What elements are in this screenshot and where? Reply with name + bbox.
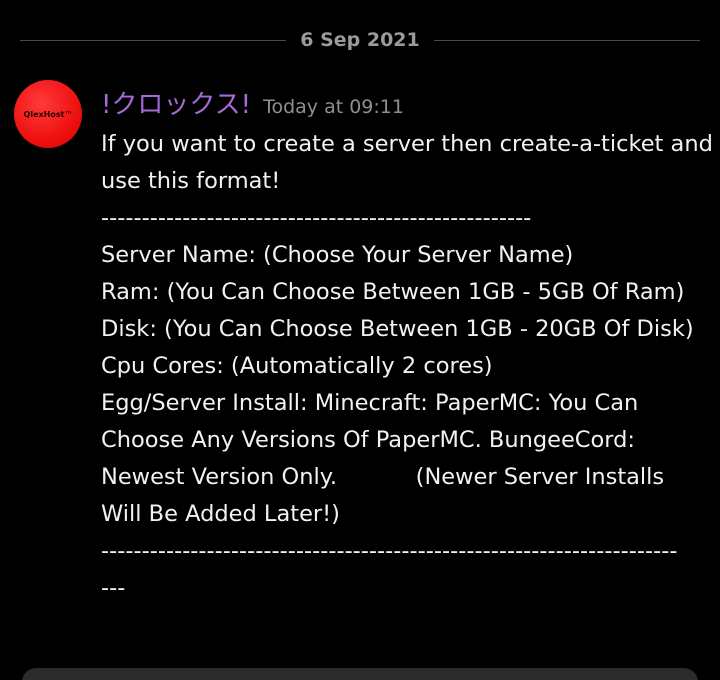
message-body: If you want to create a server then crea… — [101, 126, 713, 607]
message-timestamp: Today at 09:11 — [263, 96, 404, 118]
message-line: Newest Version Only. (Newer Server Insta… — [101, 464, 665, 490]
message-line: If you want to create a server then crea… — [101, 131, 713, 157]
message-line: Egg/Server Install: Minecraft: PaperMC: … — [101, 390, 639, 416]
message-line: Disk: (You Can Choose Between 1GB - 20GB… — [101, 316, 694, 342]
message-line: Will Be Added Later!) — [101, 501, 340, 527]
divider-date: 6 Sep 2021 — [300, 29, 420, 51]
message-line: ----------------------------------------… — [101, 538, 678, 564]
message-line: use this format! — [101, 168, 281, 194]
date-divider: 6 Sep 2021 — [20, 24, 701, 56]
message-line: Server Name: (Choose Your Server Name) — [101, 242, 574, 268]
message[interactable]: !クロックス! Today at 09:11 If you want to cr… — [101, 84, 713, 607]
message-line: Ram: (You Can Choose Between 1GB - 5GB O… — [101, 279, 685, 305]
message-line: ----------------------------------------… — [101, 205, 532, 231]
avatar-logo: QlexHost™ — [23, 109, 73, 119]
message-line: Cpu Cores: (Automatically 2 cores) — [101, 353, 493, 379]
chat-view: 6 Sep 2021 QlexHost™ !クロックス! Today at 09… — [0, 0, 720, 680]
username[interactable]: !クロックス! — [101, 84, 251, 121]
divider-line-left — [20, 39, 287, 41]
message-header: !クロックス! Today at 09:11 — [101, 84, 711, 122]
divider-line-right — [433, 39, 701, 41]
message-composer[interactable] — [22, 668, 698, 680]
message-line: Choose Any Versions Of PaperMC. BungeeCo… — [101, 427, 636, 453]
avatar[interactable]: QlexHost™ — [14, 80, 82, 148]
message-line: --- — [101, 575, 126, 601]
